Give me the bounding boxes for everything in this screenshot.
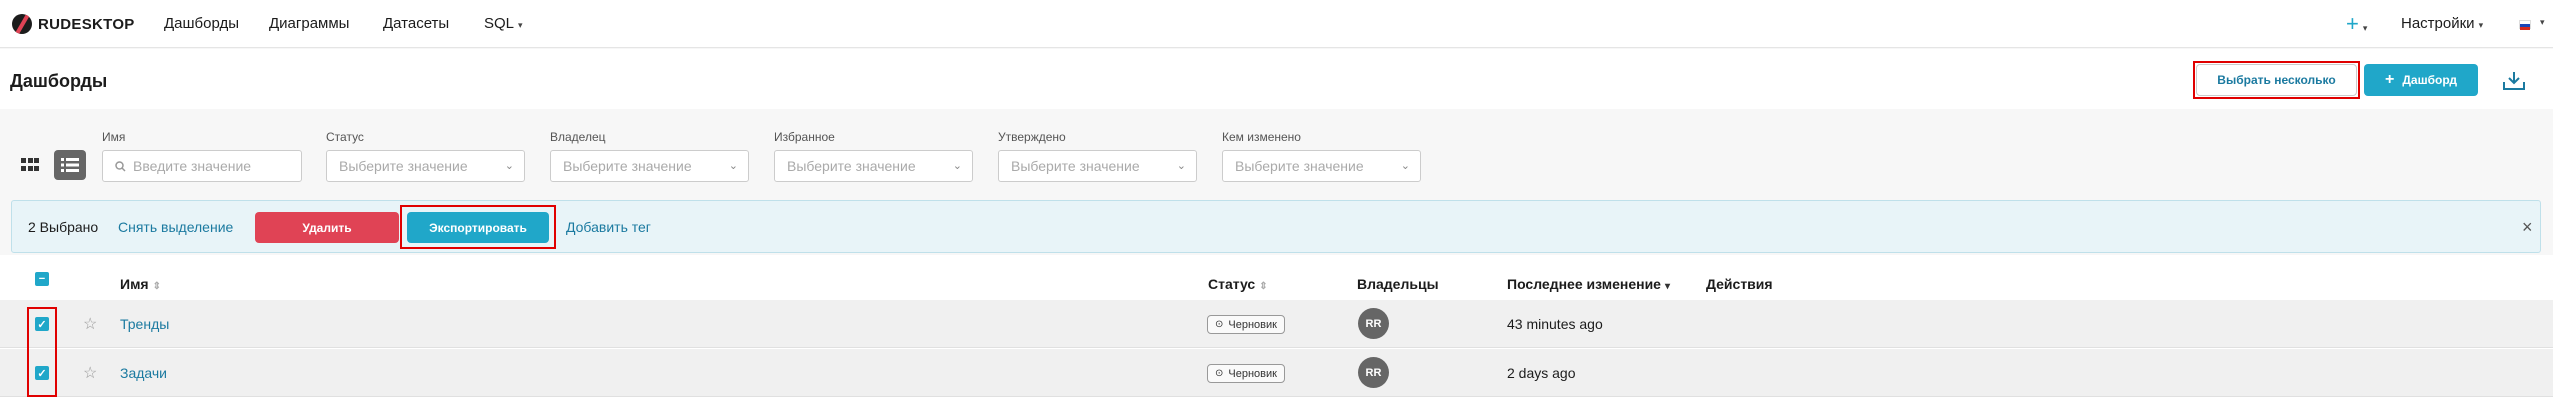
settings-menu[interactable]: Настройки ▾: [2401, 15, 2483, 32]
card-view-toggle[interactable]: [14, 150, 46, 180]
chevron-down-icon: ⌄: [728, 160, 738, 172]
plus-icon: +: [2346, 11, 2359, 36]
list-view-toggle[interactable]: [54, 150, 86, 180]
highlight-box: [27, 307, 57, 397]
add-tag-link[interactable]: Добавить тег: [566, 219, 651, 235]
language-flag-icon[interactable]: [2519, 20, 2531, 30]
selected-count: 2 Выбрано: [28, 219, 99, 235]
brand-logo[interactable]: RUDESKTOP: [12, 14, 135, 34]
nav-charts[interactable]: Диаграммы: [269, 15, 349, 32]
chevron-down-icon: ▾: [2362, 23, 2368, 33]
select-all-checkbox[interactable]: −: [35, 272, 49, 286]
column-header-name[interactable]: Имя ⇕: [120, 276, 161, 292]
dashboards-table: − Имя ⇕ Статус ⇕ Владельцы Последнее измен…: [0, 255, 2553, 401]
column-header-owners: Владельцы: [1357, 276, 1439, 292]
filter-approved-placeholder: Выберите значение: [1011, 158, 1140, 174]
clock-icon: ⊙: [1215, 368, 1224, 379]
sort-icon: ⇕: [1259, 281, 1268, 292]
top-navbar: RUDESKTOP Дашборды Диаграммы Датасеты SQ…: [0, 0, 2553, 48]
grid-icon: [21, 158, 39, 171]
column-header-name-label: Имя: [120, 276, 149, 292]
bulk-actions-bar: 2 Выбрано Снять выделение Удалить Экспор…: [11, 200, 2541, 253]
add-dashboard-label: Дашборд: [2402, 73, 2457, 87]
nav-sql[interactable]: SQL ▾: [484, 15, 523, 32]
logo-text: RUDESKTOP: [38, 15, 135, 33]
nav-datasets[interactable]: Датасеты: [383, 15, 449, 32]
star-icon[interactable]: ☆: [83, 314, 97, 334]
filter-approved-select[interactable]: Выберите значение ⌄: [998, 150, 1197, 182]
highlight-box: [400, 205, 556, 249]
modified-time: 2 days ago: [1507, 365, 1576, 381]
filter-favorite-placeholder: Выберите значение: [787, 158, 916, 174]
page-header: Дашборды Выбрать несколько + Дашборд: [0, 49, 2553, 109]
search-icon: [115, 161, 126, 172]
filter-modified-by-placeholder: Выберите значение: [1235, 158, 1364, 174]
column-header-modified-label: Последнее изменение: [1507, 276, 1661, 292]
filter-owner-label: Владелец: [550, 130, 606, 144]
settings-label: Настройки: [2401, 15, 2475, 32]
modified-time: 43 minutes ago: [1507, 316, 1603, 332]
delete-button[interactable]: Удалить: [255, 212, 399, 243]
chevron-down-icon: ⌄: [1400, 160, 1410, 172]
nav-dashboards[interactable]: Дашборды: [164, 15, 239, 32]
logo-icon: [12, 14, 32, 34]
avatar: RR: [1358, 308, 1389, 339]
status-badge: ⊙ Черновик: [1207, 364, 1285, 383]
nav-sql-label: SQL: [484, 15, 515, 32]
filter-status-placeholder: Выберите значение: [339, 158, 468, 174]
chevron-down-icon: ▾: [2540, 17, 2545, 27]
sort-desc-icon: ▾: [1664, 281, 1670, 292]
filter-approved-label: Утверждено: [998, 130, 1066, 144]
filter-modified-by-label: Кем изменено: [1222, 130, 1301, 144]
filter-favorite-select[interactable]: Выберите значение ⌄: [774, 150, 973, 182]
filter-owner-placeholder: Выберите значение: [563, 158, 692, 174]
filter-owner-select[interactable]: Выберите значение ⌄: [550, 150, 749, 182]
filter-status-select[interactable]: Выберите значение ⌄: [326, 150, 525, 182]
chevron-down-icon: ⌄: [952, 160, 962, 172]
add-dashboard-button[interactable]: + Дашборд: [2364, 64, 2478, 96]
dashboard-name-link[interactable]: Тренды: [120, 316, 169, 332]
highlight-box: [2193, 61, 2360, 99]
chevron-down-icon: ▾: [518, 20, 523, 30]
close-icon[interactable]: ×: [2522, 217, 2533, 238]
star-icon[interactable]: ☆: [83, 363, 97, 383]
filter-name-label: Имя: [102, 130, 126, 144]
plus-icon: +: [2385, 71, 2395, 88]
column-header-actions: Действия: [1706, 276, 1773, 292]
avatar: RR: [1358, 357, 1389, 388]
sort-icon: ⇕: [152, 281, 161, 292]
table-row[interactable]: ✓ ☆ Задачи ⊙ Черновик RR 2 days ago: [0, 349, 2553, 397]
column-header-modified[interactable]: Последнее изменение ▾: [1507, 276, 1670, 292]
dashboard-name-link[interactable]: Задачи: [120, 365, 167, 381]
filter-modified-by-select[interactable]: Выберите значение ⌄: [1222, 150, 1421, 182]
chevron-down-icon: ⌄: [504, 160, 514, 172]
chevron-down-icon: ▾: [2478, 20, 2484, 30]
download-icon[interactable]: [2502, 71, 2526, 91]
filter-name-input[interactable]: Введите значение: [102, 150, 302, 182]
table-row[interactable]: ✓ ☆ Тренды ⊙ Черновик RR 43 minutes ago: [0, 300, 2553, 348]
plus-menu[interactable]: + ▾: [2346, 11, 2367, 37]
chevron-down-icon: ⌄: [1176, 160, 1186, 172]
column-header-status-label: Статус: [1208, 276, 1256, 292]
status-badge: ⊙ Черновик: [1207, 315, 1285, 334]
status-label: Черновик: [1228, 318, 1277, 331]
column-header-status[interactable]: Статус ⇕: [1208, 276, 1268, 292]
filter-favorite-label: Избранное: [774, 130, 835, 144]
filter-name-placeholder: Введите значение: [133, 158, 252, 174]
deselect-all-link[interactable]: Снять выделение: [118, 219, 233, 235]
list-icon: [61, 158, 79, 172]
status-label: Черновик: [1228, 367, 1277, 380]
page-title: Дашборды: [10, 71, 108, 91]
filter-status-label: Статус: [326, 130, 364, 144]
clock-icon: ⊙: [1215, 319, 1224, 330]
